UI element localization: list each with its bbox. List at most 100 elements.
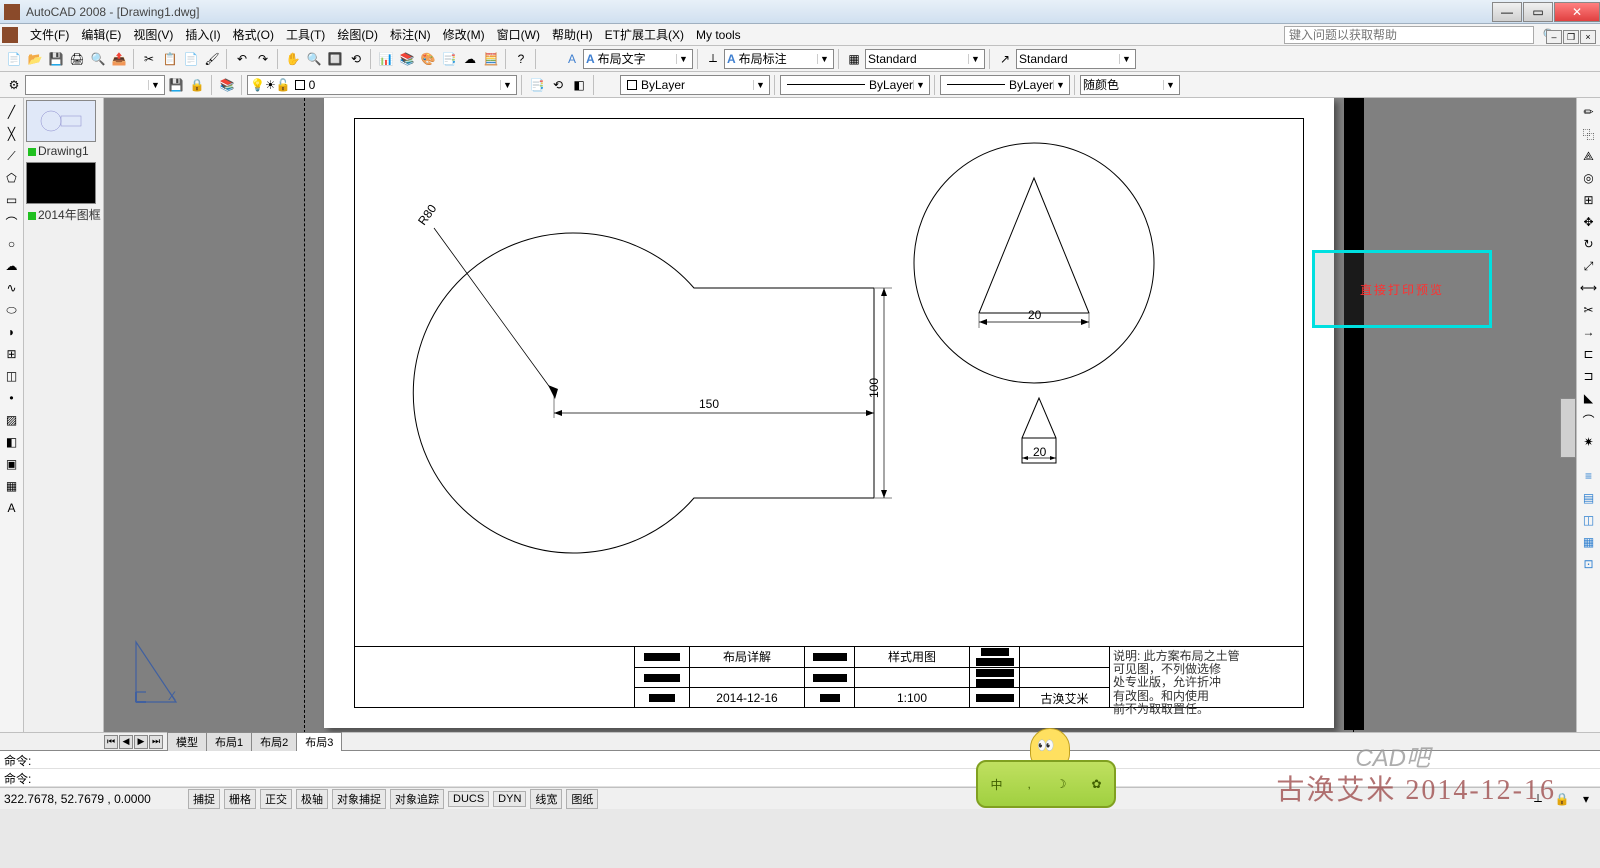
menu-insert[interactable]: 插入(I) [179,24,226,45]
help-search-input[interactable] [1284,26,1534,44]
dist-icon[interactable]: ≡ [1579,466,1599,486]
array-icon[interactable]: ⊞ [1579,190,1599,210]
status-paper[interactable]: 图纸 [566,789,598,809]
pline-icon[interactable]: ⟋ [2,146,22,166]
menu-view[interactable]: 视图(V) [127,24,179,45]
insert-icon[interactable]: ⊞ [2,344,22,364]
minimize-button[interactable]: — [1492,2,1522,22]
status-snap[interactable]: 捕捉 [188,789,220,809]
mirror-icon[interactable]: ⟁ [1579,146,1599,166]
redo-icon[interactable]: ↷ [253,49,273,69]
rotate-icon[interactable]: ↻ [1579,234,1599,254]
menu-edit[interactable]: 编辑(E) [75,24,127,45]
status-tray-icon[interactable]: ▾ [1576,789,1596,809]
tablestyle-icon[interactable]: ▦ [844,49,864,69]
tab-layout3[interactable]: 布局3 [296,732,342,751]
gradient-icon[interactable]: ◧ [2,432,22,452]
point-icon[interactable]: • [2,388,22,408]
maximize-button[interactable]: ▭ [1523,2,1553,22]
rect-icon[interactable]: ▭ [2,190,22,210]
plotstyle-dropdown[interactable]: 随颜色 ▼ [1080,75,1180,95]
sheet-icon[interactable]: 📑 [439,49,459,69]
thumb-drawing1[interactable] [26,100,96,142]
lineweight-dropdown[interactable]: ByLayer ▼ [940,75,1070,95]
mtext-icon[interactable]: A [2,498,22,518]
preview-icon[interactable]: 🔍 [88,49,108,69]
status-dyn[interactable]: DYN [493,791,526,807]
qcalc-icon[interactable]: 🧮 [481,49,501,69]
close-button[interactable]: ✕ [1554,2,1600,22]
std2-dropdown[interactable]: Standard ▼ [1016,49,1136,69]
layer-states-icon[interactable]: 📑 [527,75,547,95]
help-icon[interactable]: ? [511,49,531,69]
join-icon[interactable]: ⊐ [1579,366,1599,386]
menu-draw[interactable]: 绘图(D) [331,24,384,45]
color-dropdown[interactable]: ByLayer ▼ [620,75,770,95]
polygon-icon[interactable]: ⬠ [2,168,22,188]
tab-prev-button[interactable]: ◀ [119,735,133,749]
drawing-canvas[interactable]: R80 150 100 [104,98,1576,732]
arc-icon[interactable]: ⌒ [2,212,22,232]
revcloud-icon[interactable]: ☁ [2,256,22,276]
layer-prev-icon[interactable]: ⟲ [548,75,568,95]
status-ducs[interactable]: DUCS [448,791,489,807]
layer-iso-icon[interactable]: ◧ [569,75,589,95]
id-icon[interactable]: ⊡ [1579,554,1599,574]
stretch-icon[interactable]: ⟷ [1579,278,1599,298]
match-icon[interactable]: 🖌 [202,49,222,69]
dimstyle-icon[interactable]: ⟂ [703,49,723,69]
menu-tools[interactable]: 工具(T) [280,24,331,45]
block-icon[interactable]: ◫ [2,366,22,386]
ws-settings-icon[interactable]: 🔒 [187,75,207,95]
line-icon[interactable]: ╱ [2,102,22,122]
props-icon[interactable]: 📊 [376,49,396,69]
doc-close-button[interactable]: × [1580,30,1596,44]
status-ortho[interactable]: 正交 [260,789,292,809]
status-osnap[interactable]: 对象捕捉 [332,789,386,809]
cut-icon[interactable]: ✂ [139,49,159,69]
menu-format[interactable]: 格式(O) [227,24,280,45]
explode-icon[interactable]: ✷ [1579,432,1599,452]
publish-icon[interactable]: 📤 [109,49,129,69]
copy-icon[interactable]: 📋 [160,49,180,69]
mleaderstyle-icon[interactable]: ↗ [995,49,1015,69]
menu-file[interactable]: 文件(F) [24,24,75,45]
zoom-rt-icon[interactable]: 🔍 [304,49,324,69]
scale-icon[interactable]: ⤢ [1579,256,1599,276]
markup-icon[interactable]: ☁ [460,49,480,69]
ws-icon[interactable]: ⚙ [4,75,24,95]
tab-layout2[interactable]: 布局2 [251,732,297,751]
menu-help[interactable]: 帮助(H) [546,24,599,45]
tab-next-button[interactable]: ▶ [134,735,148,749]
save-icon[interactable]: 💾 [46,49,66,69]
tab-first-button[interactable]: ⏮ [104,735,118,749]
dcenter-icon[interactable]: 📚 [397,49,417,69]
status-lw[interactable]: 线宽 [530,789,562,809]
doc-minimize-button[interactable]: – [1546,30,1562,44]
extend-icon[interactable]: → [1579,322,1599,342]
zoom-prev-icon[interactable]: ⟲ [346,49,366,69]
trim-icon[interactable]: ✂ [1579,300,1599,320]
fillet-icon[interactable]: ⌒ [1579,410,1599,430]
thumb-template[interactable] [26,162,96,204]
new-icon[interactable]: 📄 [4,49,24,69]
list-icon[interactable]: ▦ [1579,532,1599,552]
chamfer-icon[interactable]: ◣ [1579,388,1599,408]
doc-restore-button[interactable]: ❐ [1563,30,1579,44]
break-icon[interactable]: ⊏ [1579,344,1599,364]
table-icon[interactable]: ▦ [2,476,22,496]
textstyle-icon[interactable]: A [562,49,582,69]
ellipse-icon[interactable]: ⬭ [2,300,22,320]
copy2-icon[interactable]: ⿻ [1579,124,1599,144]
layer-dropdown[interactable]: 💡 ☀ 🔓 0 ▼ [247,75,517,95]
menu-modify[interactable]: 修改(M) [437,24,491,45]
zoom-win-icon[interactable]: 🔲 [325,49,345,69]
ellipse-arc-icon[interactable]: ◗ [2,322,22,342]
menu-mytools[interactable]: My tools [690,26,747,44]
ws-save-icon[interactable]: 💾 [166,75,186,95]
tab-layout1[interactable]: 布局1 [206,732,252,751]
tpalette-icon[interactable]: 🎨 [418,49,438,69]
area-icon[interactable]: ▤ [1579,488,1599,508]
menu-window[interactable]: 窗口(W) [491,24,546,45]
layer-props-icon[interactable]: 📚 [217,75,237,95]
